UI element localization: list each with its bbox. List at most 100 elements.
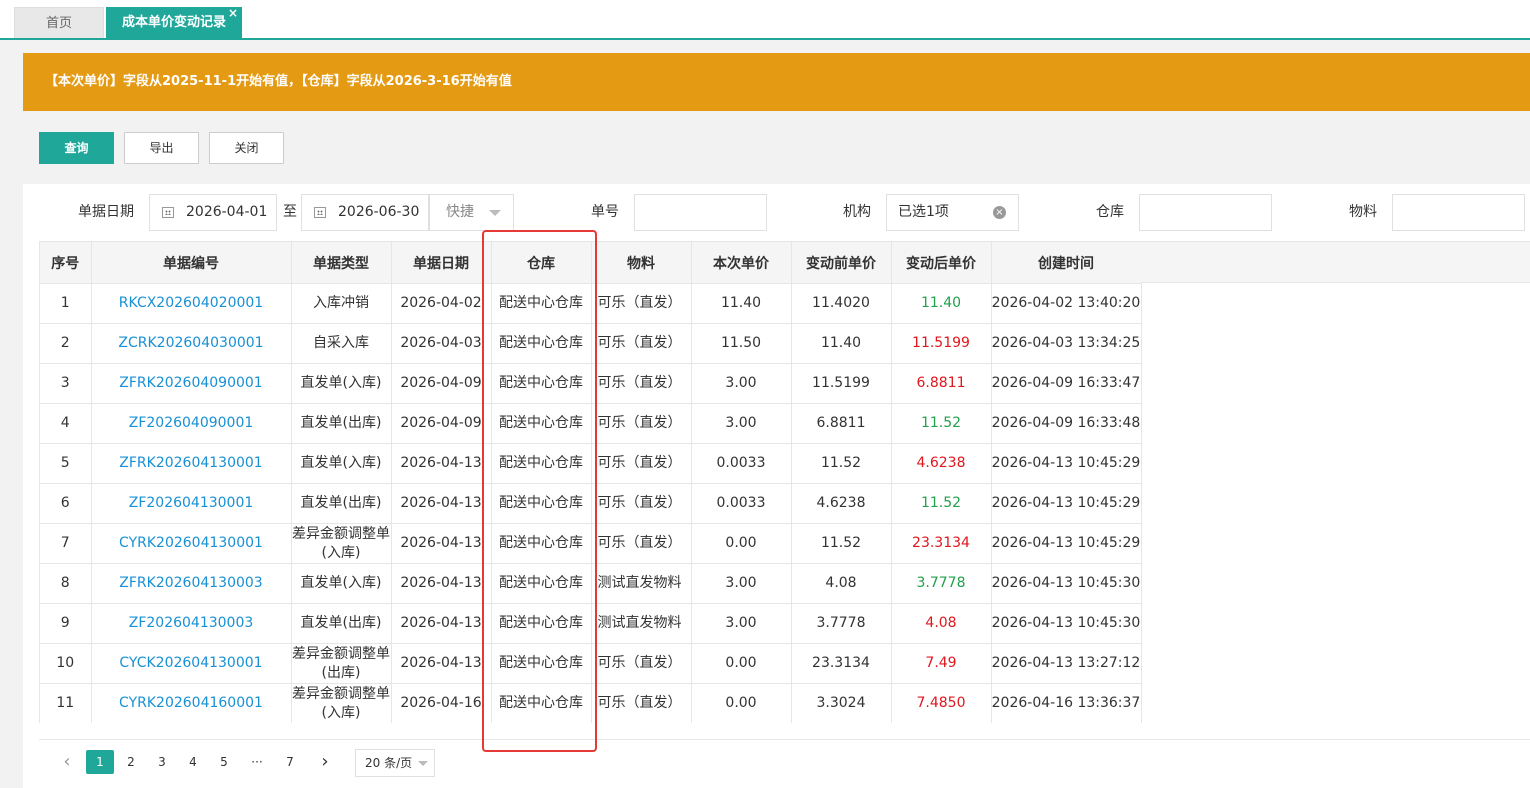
col-header-warehouse[interactable]: 仓库 <box>491 241 592 284</box>
table-row[interactable]: 9 ZF202604130003 直发单(出库) 2026-04-13 配送中心仓库 测试… <box>40 603 1142 644</box>
cell-code[interactable]: ZFRK202604130001 <box>91 443 292 484</box>
table-row[interactable]: 4 ZF202604090001 直发单(出库) 2026-04-09 配送中心仓库 可乐… <box>40 403 1142 444</box>
warehouse-input[interactable] <box>1139 194 1272 231</box>
cell-warehouse: 配送中心仓库 <box>491 363 592 404</box>
cell-type: 直发单(入库) <box>291 563 392 604</box>
col-header-after[interactable]: 变动后单价 <box>891 241 992 284</box>
cell-material: 可乐（直发） <box>591 323 692 364</box>
cell-no: 5 <box>40 443 92 484</box>
cell-material: 可乐（直发） <box>591 483 692 524</box>
table-row[interactable]: 6 ZF202604130001 直发单(出库) 2026-04-13 配送中心仓库 可乐… <box>40 483 1142 524</box>
quick-select[interactable]: 快捷 <box>429 194 514 231</box>
table-row[interactable]: 2 ZCRK202604030001 自采入库 2026-04-03 配送中心仓库 可乐（… <box>40 323 1142 364</box>
col-header-type[interactable]: 单据类型 <box>291 241 392 284</box>
cell-warehouse: 配送中心仓库 <box>491 283 592 324</box>
page-ellipsis[interactable]: ··· <box>245 750 269 774</box>
date-to-input[interactable]: 2026-06-30 <box>301 194 429 231</box>
cell-price: 0.00 <box>691 523 792 564</box>
table-row[interactable]: 5 ZFRK202604130001 直发单(入库) 2026-04-13 配送中心仓库… <box>40 443 1142 484</box>
docno-input[interactable] <box>634 194 767 231</box>
records-table: 序号 单据编号 单据类型 单据日期 仓库 物料 本次单价 变动前单价 变动后单价… <box>39 241 1530 723</box>
cell-created: 2026-04-13 10:45:29 <box>991 443 1142 484</box>
table-row[interactable]: 1 RKCX202604020001 入库冲销 2026-04-02 配送中心仓库 可乐（… <box>40 283 1142 324</box>
clear-icon[interactable]: × <box>993 206 1006 219</box>
cell-created: 2026-04-16 13:36:37 <box>991 683 1142 723</box>
cell-type: 直发单(入库) <box>291 363 392 404</box>
cell-code[interactable]: ZF202604130003 <box>91 603 292 644</box>
cell-after-price: 11.40 <box>891 283 992 324</box>
cell-date: 2026-04-13 <box>391 523 492 564</box>
col-header-material[interactable]: 物料 <box>591 241 692 284</box>
col-header-no[interactable]: 序号 <box>40 241 92 284</box>
table-row[interactable]: 11 CYRK202604160001 差异金额调整单(入库) 2026-04-16 配… <box>40 683 1142 723</box>
cell-before-price: 11.52 <box>791 523 892 564</box>
page-1[interactable]: 1 <box>86 750 114 774</box>
col-header-date[interactable]: 单据日期 <box>391 241 492 284</box>
page-size-select[interactable]: 20 条/页 <box>355 749 435 777</box>
date-to-value: 2026-06-30 <box>338 204 420 220</box>
table-row[interactable]: 3 ZFRK202604090001 直发单(入库) 2026-04-09 配送中心仓库… <box>40 363 1142 404</box>
material-input[interactable] <box>1392 194 1525 231</box>
table-row[interactable]: 10 CYCK202604130001 差异金额调整单(出库) 2026-04-13 配… <box>40 643 1142 684</box>
cell-before-price: 4.6238 <box>791 483 892 524</box>
col-header-price[interactable]: 本次单价 <box>691 241 792 284</box>
cell-type: 入库冲销 <box>291 283 392 324</box>
cell-no: 9 <box>40 603 92 644</box>
cell-price: 0.00 <box>691 643 792 684</box>
cell-created: 2026-04-13 10:45:30 <box>991 563 1142 604</box>
cell-warehouse: 配送中心仓库 <box>491 603 592 644</box>
page-4[interactable]: 4 <box>181 750 205 774</box>
query-button[interactable]: 查询 <box>39 132 114 164</box>
cell-created: 2026-04-09 16:33:47 <box>991 363 1142 404</box>
cell-no: 2 <box>40 323 92 364</box>
date-separator: 至 <box>283 204 297 220</box>
tab-cost-price-record[interactable]: 成本单价变动记录 × <box>106 6 242 38</box>
cell-created: 2026-04-13 10:45:29 <box>991 483 1142 524</box>
cell-date: 2026-04-13 <box>391 643 492 684</box>
cell-type: 差异金额调整单(入库) <box>291 523 392 564</box>
next-page-button[interactable]: › <box>315 750 335 774</box>
cell-date: 2026-04-09 <box>391 363 492 404</box>
cell-code[interactable]: ZF202604090001 <box>91 403 292 444</box>
cell-date: 2026-04-13 <box>391 563 492 604</box>
cell-before-price: 11.52 <box>791 443 892 484</box>
page-5[interactable]: 5 <box>212 750 236 774</box>
table-row[interactable]: 8 ZFRK202604130003 直发单(入库) 2026-04-13 配送中心仓库… <box>40 563 1142 604</box>
cell-date: 2026-04-13 <box>391 603 492 644</box>
page-7[interactable]: 7 <box>278 750 302 774</box>
org-label: 机构 <box>843 204 871 220</box>
cell-code[interactable]: CYRK202604160001 <box>91 683 292 723</box>
cell-type: 差异金额调整单(入库) <box>291 683 392 723</box>
date-from-input[interactable]: 2026-04-01 <box>149 194 277 231</box>
close-icon[interactable]: × <box>228 0 238 29</box>
col-header-created[interactable]: 创建时间 <box>991 241 1142 284</box>
col-header-before[interactable]: 变动前单价 <box>791 241 892 284</box>
page-2[interactable]: 2 <box>119 750 143 774</box>
tab-home[interactable]: 首页 <box>14 7 104 38</box>
cell-code[interactable]: CYCK202604130001 <box>91 643 292 684</box>
cell-after-price: 11.52 <box>891 483 992 524</box>
cell-no: 6 <box>40 483 92 524</box>
cell-code[interactable]: ZFRK202604090001 <box>91 363 292 404</box>
cell-code[interactable]: ZFRK202604130003 <box>91 563 292 604</box>
org-select[interactable]: 已选1项 × <box>886 194 1019 231</box>
table-row[interactable]: 7 CYRK202604130001 差异金额调整单(入库) 2026-04-13 配送… <box>40 523 1142 564</box>
cell-after-price: 11.5199 <box>891 323 992 364</box>
close-button[interactable]: 关闭 <box>209 132 284 164</box>
cell-code[interactable]: ZCRK202604030001 <box>91 323 292 364</box>
cell-code[interactable]: RKCX202604020001 <box>91 283 292 324</box>
chevron-down-icon <box>418 761 428 766</box>
prev-page-button[interactable]: ‹ <box>57 750 77 774</box>
cell-price: 0.00 <box>691 683 792 723</box>
cell-code[interactable]: CYRK202604130001 <box>91 523 292 564</box>
cell-created: 2026-04-13 13:27:12 <box>991 643 1142 684</box>
cell-material: 可乐（直发） <box>591 403 692 444</box>
cell-after-price: 4.6238 <box>891 443 992 484</box>
cell-material: 可乐（直发） <box>591 643 692 684</box>
cell-price: 3.00 <box>691 403 792 444</box>
page-3[interactable]: 3 <box>150 750 174 774</box>
cell-after-price: 6.8811 <box>891 363 992 404</box>
export-button[interactable]: 导出 <box>124 132 199 164</box>
cell-code[interactable]: ZF202604130001 <box>91 483 292 524</box>
col-header-code[interactable]: 单据编号 <box>91 241 292 284</box>
